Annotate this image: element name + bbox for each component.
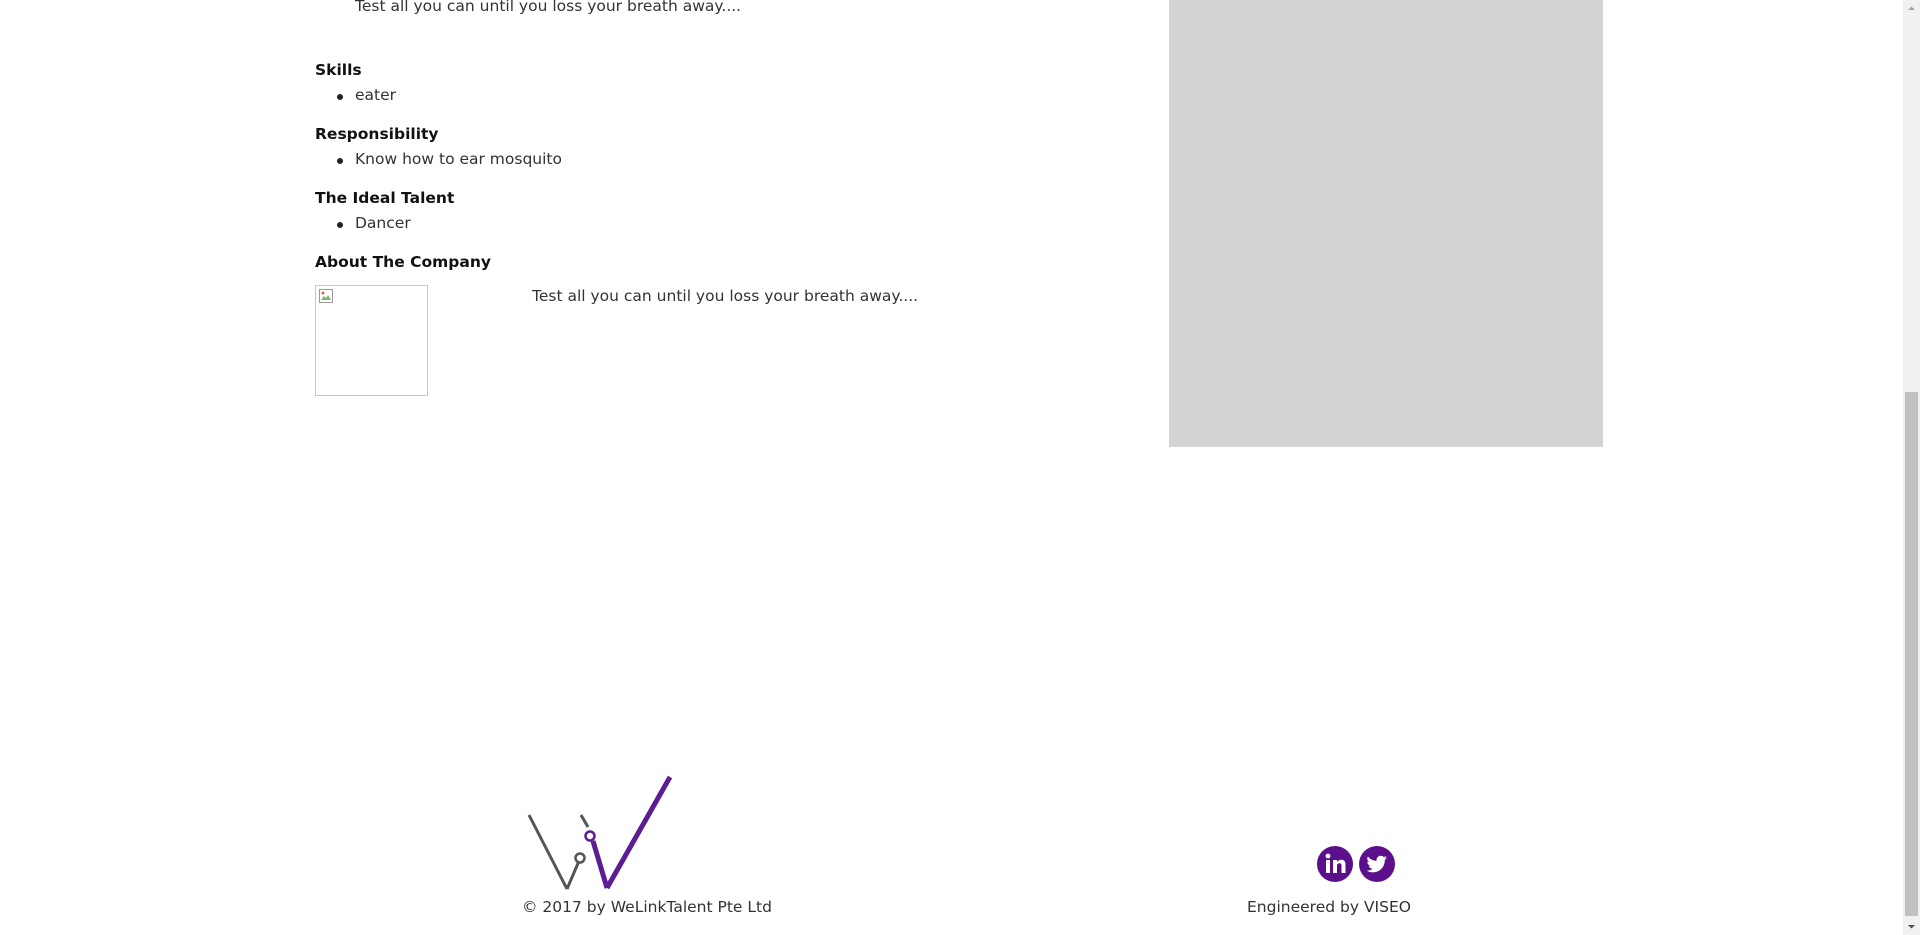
- responsibility-heading: Responsibility: [315, 125, 439, 143]
- about-company-text: Test all you can until you loss your bre…: [532, 287, 919, 305]
- broken-image-icon: [319, 289, 333, 303]
- skills-list-item: eater: [336, 86, 397, 104]
- linkedin-icon: [1325, 853, 1346, 873]
- linkedin-button[interactable]: [1317, 846, 1353, 882]
- responsibility-list-item: Know how to ear mosquito: [337, 150, 562, 168]
- twitter-button[interactable]: [1359, 846, 1395, 882]
- job-description-text: Test all you can until you loss your bre…: [355, 0, 742, 15]
- chevron-up-icon: [1908, 6, 1915, 10]
- side-panel: [1169, 0, 1603, 447]
- scrollbar-thumb[interactable]: [1905, 392, 1918, 916]
- welinktalent-logo: [527, 775, 673, 890]
- page: Test all you can until you loss your bre…: [0, 0, 1920, 935]
- about-company-heading: About The Company: [315, 253, 491, 271]
- twitter-icon: [1366, 855, 1387, 873]
- scrollbar-up-button[interactable]: [1903, 0, 1920, 17]
- footer-engineered-by: Engineered by VISEO: [1247, 898, 1411, 916]
- skills-heading: Skills: [315, 61, 362, 79]
- ideal-talent-heading: The Ideal Talent: [315, 189, 455, 207]
- footer-copyright: © 2017 by WeLinkTalent Pte Ltd: [522, 898, 772, 916]
- scrollbar-down-button[interactable]: [1903, 918, 1920, 935]
- chevron-down-icon: [1908, 925, 1915, 929]
- company-logo-image: [315, 285, 428, 396]
- ideal-talent-list-item: Dancer: [337, 214, 411, 232]
